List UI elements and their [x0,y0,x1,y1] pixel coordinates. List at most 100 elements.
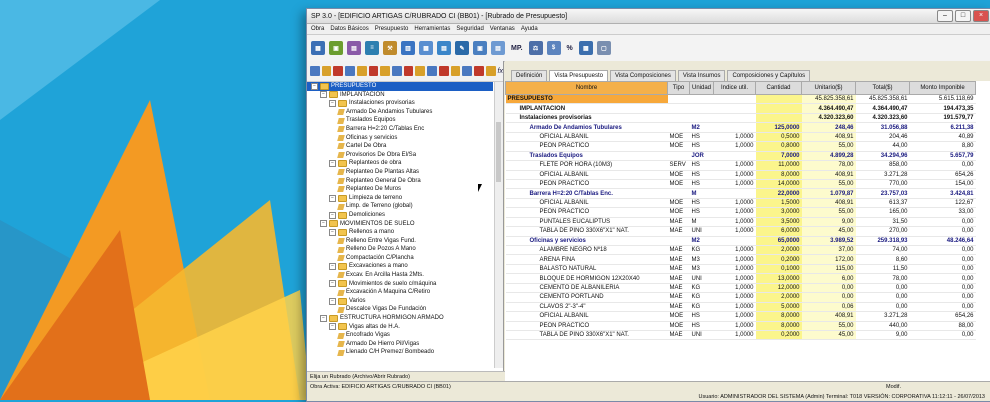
mp-button[interactable]: MP. [509,41,525,55]
report-icon[interactable]: ▣ [473,41,487,55]
tools-icon[interactable]: ⚒ [383,41,397,55]
table-row[interactable]: OFICIAL ALBAÑIL MOE HS 1,0000 0,5000 408,91 20… [505,132,976,143]
tree-node[interactable]: − Instalaciones provisorias [307,99,493,108]
tree-tool-icon[interactable] [474,66,484,76]
window-icon[interactable]: ▢ [596,41,611,55]
tree-tool-icon[interactable] [485,66,496,76]
tree-node[interactable]: Relleno Entre Vigas Fund. [307,237,493,246]
tree-node[interactable]: Replanteo De Plantas Altas [307,168,493,177]
sheet-icon[interactable]: ▤ [437,41,451,55]
minimize-button[interactable]: – [937,10,953,22]
tree-node[interactable]: Armado De Andamios Tubulares [307,108,493,117]
tree-node[interactable]: Traslados Equipos [307,116,493,125]
table-row[interactable]: Oficinas y servicios M2 65,0000 3.989,52 259… [505,236,976,247]
table-row[interactable]: Armado De Andamios Tubulares M2 125,0000 24… [505,122,976,133]
tree-node[interactable]: − Excavaciones a mano [307,262,493,271]
table-row[interactable]: Traslados Equipos JOR 7,0000 4.899,28 34.294… [505,151,976,162]
expand-toggle-icon[interactable]: − [329,99,336,107]
tree-scrollbar[interactable] [494,82,503,368]
edit-icon[interactable]: ✎ [455,41,469,55]
tree-node[interactable]: − Vigas altas de H.A. [307,323,493,332]
tree-node[interactable]: − Replanteos de obra [307,159,493,168]
expand-toggle-icon[interactable]: − [329,297,336,305]
tab-vista-insumos[interactable]: Vista Insumos [677,70,726,81]
menu-datos-basicos[interactable]: Datos Básicos [330,26,368,32]
tree-node[interactable]: Oficinas y servicios [307,134,493,143]
expand-toggle-icon[interactable]: − [320,91,327,99]
expand-toggle-icon[interactable]: − [329,228,336,236]
expand-toggle-icon[interactable]: − [329,280,336,288]
table-row[interactable]: PEON PRACTICO MOE HS 1,0000 14,0000 55,00 770,… [505,179,976,190]
open-icon[interactable]: ▦ [311,41,325,55]
table-row[interactable]: OFICIAL ALBAÑIL MOE HS 1,0000 1,5000 408,91 61… [505,198,976,209]
tree-node[interactable]: − Limpieza de terreno [307,194,493,203]
table-row[interactable]: CEMENTO PORTLAND MAE KG 1,0000 2,0000 0,00 0,0… [505,292,976,303]
expand-toggle-icon[interactable]: − [329,160,336,168]
table-row[interactable]: ALAMBRE NEGRO Nº18 MAE KG 1,0000 2,0000 37,00… [505,245,976,256]
expand-toggle-icon[interactable]: − [320,314,327,322]
table-row[interactable]: PUNTALES EUCALIPTUS MAE M 1,0000 3,5000 9,00 3… [505,217,976,228]
expand-toggle-icon[interactable]: − [329,263,336,271]
tree-tool-icon[interactable] [403,66,414,76]
tree-tool-icon[interactable] [380,66,391,76]
expand-toggle-icon[interactable]: − [311,82,318,90]
expand-toggle-icon[interactable]: − [329,194,336,202]
table-row[interactable]: OFICIAL ALBAÑIL MOE HS 1,0000 8,0000 408,91 3.… [505,170,976,180]
menu-obra[interactable]: Obra [311,26,324,32]
table-row[interactable]: PRESUPUESTO 45.825.358,61 45.825.358,61 5.6… [505,94,976,105]
close-button[interactable]: × [973,10,989,22]
tree-tool-icon[interactable] [392,66,402,76]
tree-node[interactable]: − Movimientos de suelo c/máquina [307,280,493,289]
col-cantidad[interactable]: Cantidad [755,81,802,95]
tree-node[interactable]: − Rellenos a mano [307,228,493,237]
col-tipo[interactable]: Tipo [667,81,690,95]
tree-node[interactable]: Replanteo General De Obra [307,177,493,186]
tree-node[interactable]: Encofrado Vigas [307,331,493,340]
tab-vista-presupuesto[interactable]: Vista Presupuesto [549,70,608,81]
tree-node[interactable]: Replanteo De Muros [307,185,493,194]
tree-node[interactable]: Barrera H=2:20 C/Tablas Enc [307,125,493,134]
table-row[interactable]: OFICIAL ALBAÑIL MOE HS 1,0000 8,0000 408,91 3.… [505,311,976,322]
table-row[interactable]: Instalaciones provisorias 4.320.323,60 4.3… [505,113,976,124]
fx-button[interactable]: fx [498,68,503,75]
table-row[interactable]: IMPLANTACION 4.364.490,47 4.364.490,47 194.… [505,103,976,114]
table-row[interactable]: Barrera H=2:20 C/Tablas Enc. M 22,0000 1.07… [505,188,976,199]
col-indice[interactable]: Indice util. [713,81,756,95]
menu-seguridad[interactable]: Seguridad [456,26,483,32]
table-row[interactable]: BALASTO NATURAL MAE M3 1,0000 0,1000 115,00 11… [505,264,976,275]
tree-tool-icon[interactable] [368,66,379,76]
table-row[interactable]: TABLA DE PINO 330X6"X1" NAT. MAE UNI 1,0000… [505,330,976,341]
col-unitario[interactable]: Unitario($) [801,81,856,95]
doc-icon[interactable]: ▤ [491,41,505,55]
scrollbar-thumb[interactable] [496,122,501,182]
tree-node[interactable]: − IMPLANTACION [307,91,493,100]
tree-node[interactable]: Limp. de Terreno (global) [307,202,493,211]
tree-node[interactable]: Descalce Vigas De Fundación [307,305,493,314]
tree-node[interactable]: − PRESUPUESTO [307,82,493,91]
balance-icon[interactable]: ⚖ [528,41,543,55]
expand-toggle-icon[interactable]: − [329,211,336,219]
table-icon[interactable]: ▦ [419,41,433,55]
table-row[interactable]: CEMENTO DE ALBAÑILERIA MAE KG 1,0000 12,0000… [505,283,976,294]
expand-toggle-icon[interactable]: − [329,323,336,331]
tree-tool-icon[interactable] [345,66,355,76]
tree-tool-icon[interactable] [427,66,437,76]
col-monto[interactable]: Monto Imponible [909,81,976,95]
tree-tool-icon[interactable] [438,66,449,76]
tree-node[interactable]: Compactación C/Plancha [307,254,493,263]
tab-definicion[interactable]: Definición [511,70,548,81]
new-icon[interactable]: ▣ [329,41,343,55]
tree-tool-icon[interactable] [310,66,320,76]
tree-tool-icon[interactable] [462,66,473,76]
calc-icon[interactable]: ▦ [578,41,593,55]
grid-icon[interactable]: ▥ [401,41,415,55]
tree-node[interactable]: − Varios [307,297,493,306]
tree-tool-icon[interactable] [415,66,426,76]
maximize-button[interactable]: □ [955,10,971,22]
tab-composiciones-capitulos[interactable]: Composiciones y Capítulos [727,70,811,81]
tree-node[interactable]: − Demoliciones [307,211,493,220]
menu-ventanas[interactable]: Ventanas [490,26,515,32]
tree-node[interactable]: Relleno De Pozos A Mano [307,245,493,254]
tree-node[interactable]: Llenado C/H Premez/ Bombeado [307,348,493,357]
table-row[interactable]: PEON PRACTICO MOE HS 1,0000 0,8000 55,00 44,00… [505,141,976,152]
